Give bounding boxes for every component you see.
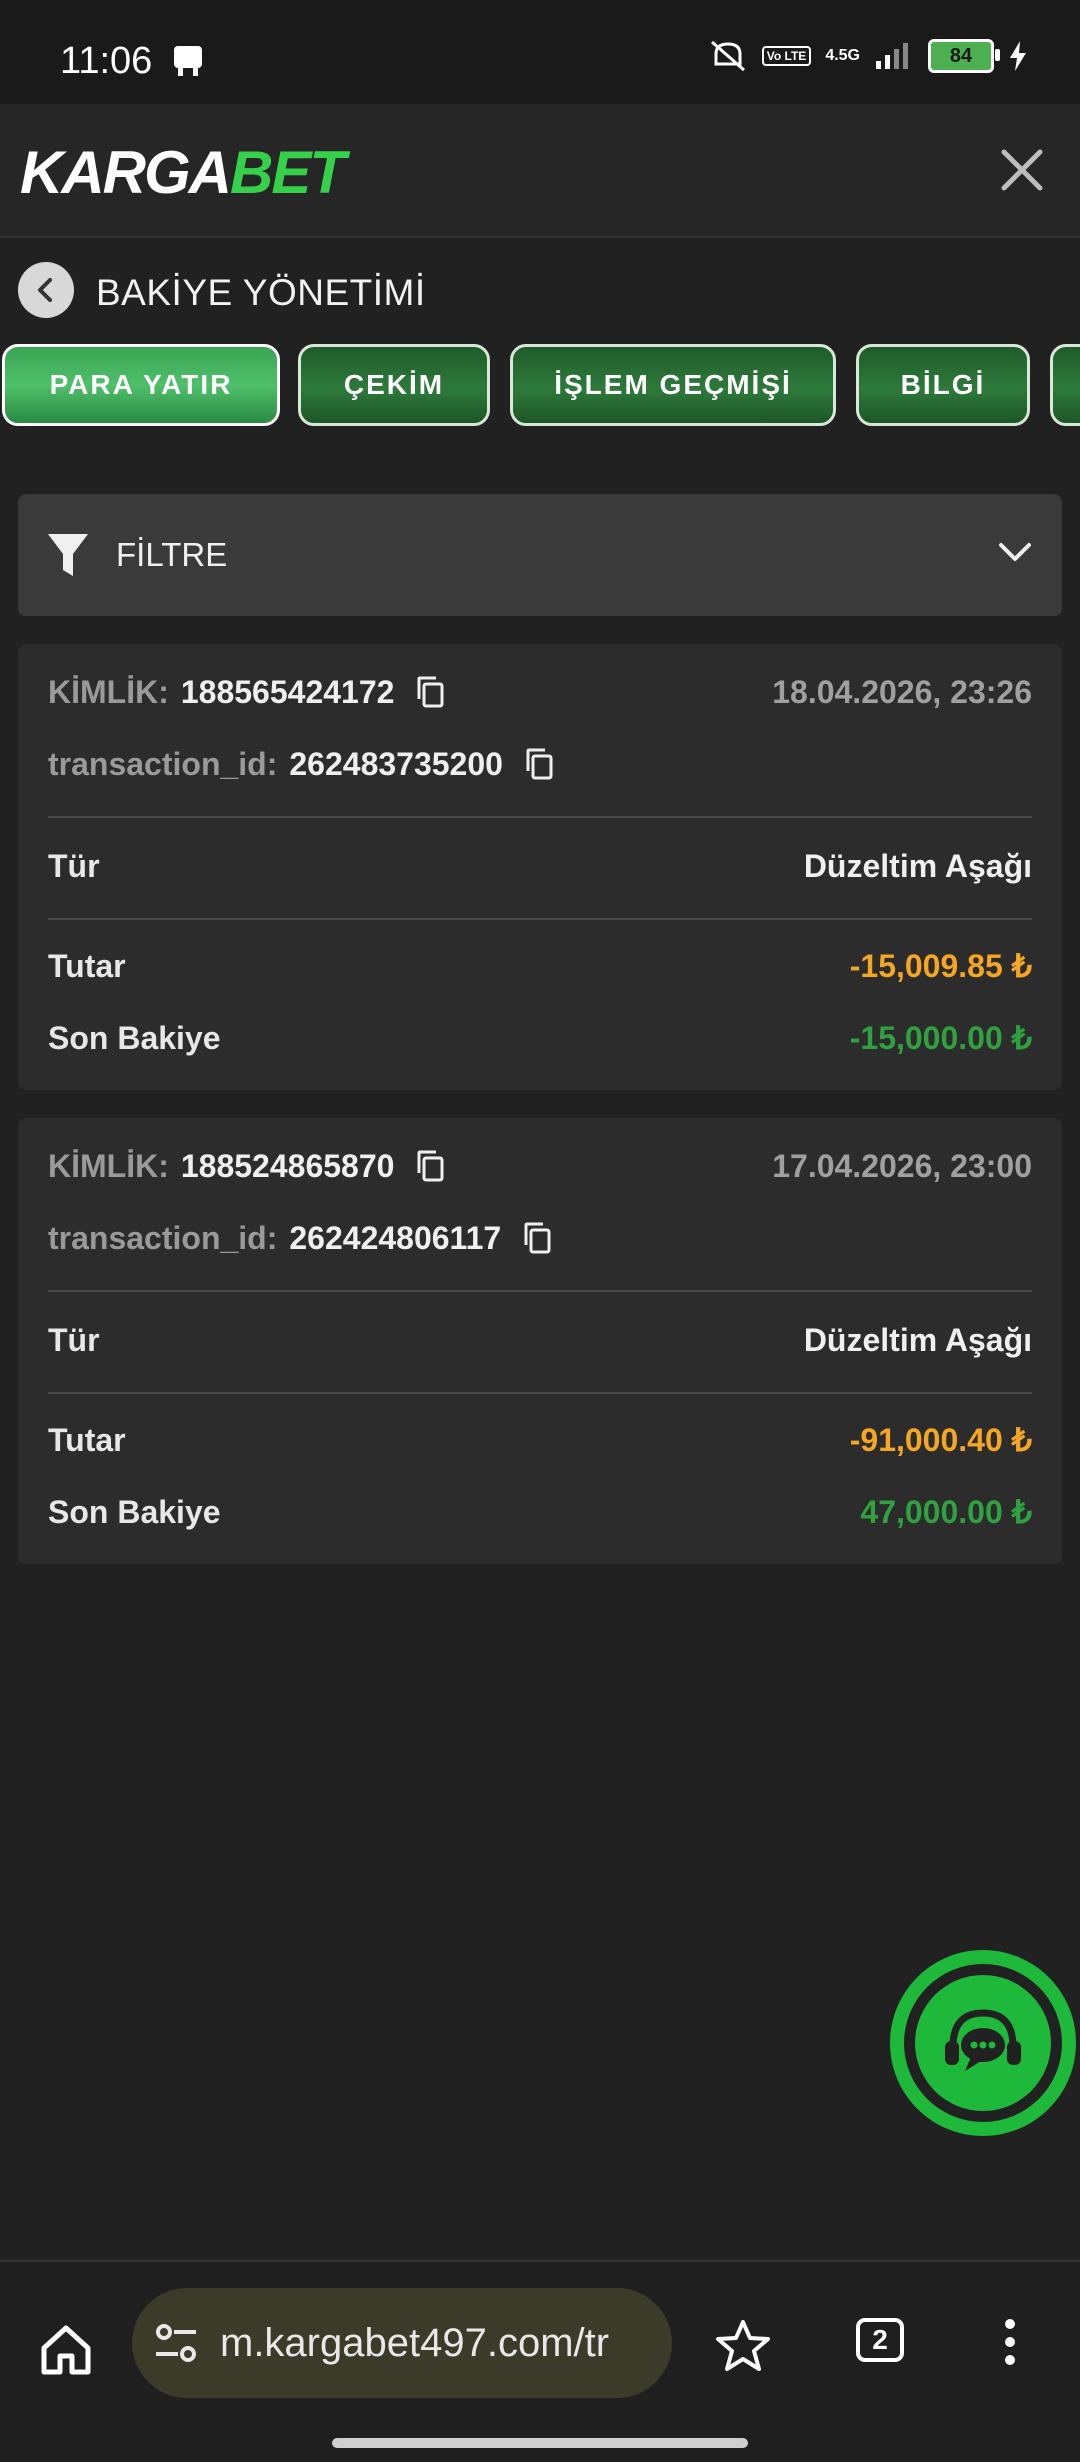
live-chat-button[interactable] xyxy=(890,1950,1076,2136)
back-button[interactable] xyxy=(18,262,74,318)
id-value: 188565424172 xyxy=(180,673,395,710)
battery-level: 84 xyxy=(949,44,973,67)
signal-icon xyxy=(876,43,908,69)
mute-icon xyxy=(710,40,745,72)
site-header: KARGABET xyxy=(0,104,1080,238)
tab-count: 2 xyxy=(872,2324,888,2355)
amount-value: -15,009.85 ₺ xyxy=(849,948,1032,984)
filter-label: FİLTRE xyxy=(116,536,228,573)
logo-text-bet: BET xyxy=(230,139,346,206)
balance-value: -15,000.00 ₺ xyxy=(849,1020,1032,1056)
tab-para-yatir[interactable]: PARA YATIR xyxy=(2,344,280,426)
divider xyxy=(48,1290,1032,1292)
id-value: 188524865870 xyxy=(180,1147,395,1184)
transaction-id-label: transaction_id: xyxy=(48,1219,278,1256)
amount-value: -91,000.40 ₺ xyxy=(849,1422,1032,1458)
balance-value: 47,000.00 ₺ xyxy=(860,1494,1032,1530)
browser-toolbar: m.kargabet497.com/tr 2 xyxy=(0,2260,1080,2462)
logo-text-karga: KARGA xyxy=(20,139,232,206)
type-value: Düzeltim Aşağı xyxy=(803,1321,1032,1358)
network-type: 4.5G xyxy=(825,47,860,64)
id-label: KİMLİK: xyxy=(48,673,169,710)
id-label: KİMLİK: xyxy=(48,1147,169,1184)
tab-bar: PARA YATIR ÇEKİM İŞLEM GEÇMİŞİ BİLGİ xyxy=(0,344,1080,432)
page-title: BAKİYE YÖNETİMİ xyxy=(96,272,426,313)
chat-core xyxy=(915,1975,1051,2111)
url-text: m.kargabet497.com/tr xyxy=(220,2321,610,2365)
copy-icon[interactable] xyxy=(521,1221,555,1255)
battery-icon: 84 xyxy=(928,39,1000,73)
copy-icon[interactable] xyxy=(523,747,557,781)
close-icon[interactable] xyxy=(994,142,1050,198)
chat-ring xyxy=(904,1964,1062,2122)
tab-more[interactable] xyxy=(1050,344,1080,426)
transaction-id-value: 262483735200 xyxy=(289,745,503,782)
filter-icon xyxy=(48,534,88,576)
balance-label: Son Bakiye xyxy=(48,1493,221,1530)
volte-badge: Vo LTE xyxy=(761,46,812,66)
more-vert-icon[interactable] xyxy=(1002,2318,1018,2366)
copy-icon[interactable] xyxy=(414,675,448,709)
chevron-left-icon xyxy=(38,278,52,302)
transaction-id-label: transaction_id: xyxy=(48,745,278,782)
support-chat-icon xyxy=(945,2009,1021,2071)
divider xyxy=(48,1392,1032,1394)
amount-label: Tutar xyxy=(48,1421,126,1458)
chevron-down-icon xyxy=(999,543,1031,561)
tab-cekim[interactable]: ÇEKİM xyxy=(298,344,490,426)
balance-label: Son Bakiye xyxy=(48,1019,221,1056)
amount-label: Tutar xyxy=(48,947,126,984)
type-label: Tür xyxy=(48,847,100,884)
status-icons: Vo LTE 4.5G 84 xyxy=(708,38,1028,74)
status-time: 11:06 xyxy=(60,40,153,82)
charging-icon xyxy=(1010,41,1026,71)
divider xyxy=(48,918,1032,920)
type-label: Tür xyxy=(48,1321,100,1358)
url-bar[interactable]: m.kargabet497.com/tr xyxy=(132,2288,672,2398)
bookmark-star-icon[interactable] xyxy=(714,2318,772,2374)
tab-switcher-button[interactable]: 2 xyxy=(856,2318,904,2362)
kargabet-logo[interactable]: KARGABET xyxy=(20,138,346,207)
tab-islem-gecmisi[interactable]: İŞLEM GEÇMİŞİ xyxy=(510,344,836,426)
filter-panel[interactable]: FİLTRE xyxy=(18,494,1062,616)
type-value: Düzeltim Aşağı xyxy=(803,847,1032,884)
transaction-id-value: 262424806117 xyxy=(289,1219,502,1256)
transaction-date: 17.04.2026, 23:00 xyxy=(772,1147,1032,1184)
title-row: BAKİYE YÖNETİMİ xyxy=(0,238,1080,342)
notification-icon xyxy=(174,46,202,76)
site-settings-icon[interactable] xyxy=(154,2322,198,2364)
gesture-bar xyxy=(332,2438,748,2448)
transaction-date: 18.04.2026, 23:26 xyxy=(772,673,1032,710)
divider xyxy=(48,816,1032,818)
copy-icon[interactable] xyxy=(414,1149,448,1183)
transaction-card: KİMLİK: 188565424172 18.04.2026, 23:26 t… xyxy=(18,644,1062,1090)
tab-bilgi[interactable]: BİLGİ xyxy=(856,344,1030,426)
status-bar: 11:06 Vo LTE 4.5G 84 xyxy=(0,0,1080,104)
home-icon[interactable] xyxy=(38,2322,94,2378)
transaction-card: KİMLİK: 188524865870 17.04.2026, 23:00 t… xyxy=(18,1118,1062,1564)
